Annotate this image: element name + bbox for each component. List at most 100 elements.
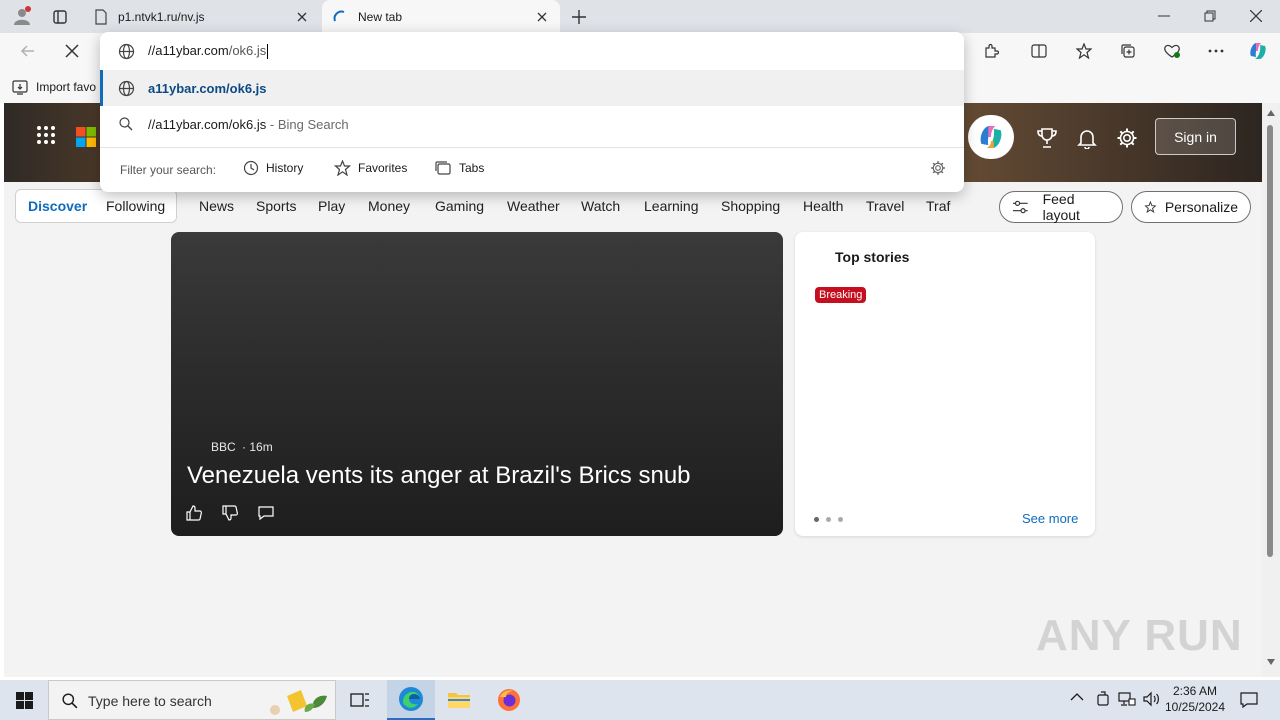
restore-icon	[1204, 10, 1216, 22]
search-filter-row: Filter your search: History Favorites Ta…	[100, 152, 964, 186]
tab-discover[interactable]: Discover	[28, 198, 87, 214]
feed-layout-button[interactable]: Feed layout	[999, 191, 1123, 223]
browser-essentials-button[interactable]	[1156, 35, 1188, 67]
hero-story-card[interactable]: BBC · 16m Venezuela vents its anger at B…	[171, 232, 783, 536]
settings-more-button[interactable]	[1200, 35, 1232, 67]
copilot-header-button[interactable]	[968, 115, 1014, 159]
task-view-button[interactable]	[340, 680, 380, 720]
tab-strip: p1.ntvk1.ru/nv.js New tab	[0, 0, 1280, 33]
nav-news[interactable]: News	[199, 198, 234, 214]
page-settings-button[interactable]	[1116, 127, 1138, 149]
extensions-button[interactable]	[975, 35, 1007, 67]
import-favorites-label: Import favo	[36, 80, 97, 94]
apps-launcher-button[interactable]	[36, 125, 60, 149]
nav-gaming[interactable]: Gaming	[435, 198, 484, 214]
minimize-button[interactable]	[1150, 4, 1178, 28]
nav-weather[interactable]: Weather	[507, 198, 560, 214]
sign-in-button[interactable]: Sign in	[1155, 118, 1236, 155]
split-screen-button[interactable]	[1023, 35, 1055, 67]
new-tab-button[interactable]	[568, 6, 590, 28]
copilot-button[interactable]	[1242, 35, 1274, 67]
filter-history[interactable]: History	[243, 160, 303, 176]
search-suggestion-text: //a11ybar.com/ok6.js - Bing Search	[148, 117, 349, 132]
filter-favorites[interactable]: Favorites	[334, 160, 407, 176]
like-button[interactable]	[185, 504, 205, 524]
carousel-dot[interactable]	[838, 517, 843, 522]
close-tab-button[interactable]	[534, 9, 550, 25]
nav-watch[interactable]: Watch	[581, 198, 620, 214]
taskbar-edge[interactable]	[387, 680, 435, 720]
back-button[interactable]	[12, 35, 44, 67]
history-icon	[243, 160, 259, 176]
collections-button[interactable]	[1112, 35, 1144, 67]
nav-play[interactable]: Play	[318, 198, 345, 214]
tab-new-tab[interactable]: New tab	[322, 0, 560, 33]
close-icon	[537, 12, 547, 21]
copilot-icon	[980, 126, 1002, 148]
close-tab-button[interactable]	[294, 9, 310, 25]
tab-actions-button[interactable]	[48, 6, 72, 28]
story-headline[interactable]: Venezuela vents its anger at Brazil's Br…	[187, 462, 691, 490]
stop-loading-button[interactable]	[56, 35, 88, 67]
firefox-icon	[498, 689, 520, 711]
top-stories-title[interactable]: Top stories	[835, 249, 909, 265]
nav-money[interactable]: Money	[368, 198, 410, 214]
notification-center-button[interactable]	[1234, 680, 1264, 720]
nav-learning[interactable]: Learning	[644, 198, 699, 214]
tray-volume-icon[interactable]	[1142, 691, 1160, 709]
nav-shopping[interactable]: Shopping	[721, 198, 780, 214]
address-input-row[interactable]: //a11ybar.com/ok6.js	[100, 32, 964, 70]
taskbar-file-explorer[interactable]	[435, 680, 483, 720]
tab-p1-ntvk1[interactable]: p1.ntvk1.ru/nv.js	[84, 0, 320, 33]
top-stories-card: Top stories Breaking See more	[795, 232, 1095, 536]
loading-spinner-icon	[333, 10, 345, 21]
search-settings-button[interactable]	[930, 160, 948, 178]
import-favorites-button[interactable]: Import favo	[12, 77, 96, 97]
filter-tabs-label: Tabs	[459, 161, 485, 175]
clock-time: 2:36 AM	[1172, 684, 1218, 698]
comment-button[interactable]	[257, 504, 277, 524]
notifications-button[interactable]	[1076, 127, 1098, 149]
carousel-dot[interactable]	[814, 517, 819, 522]
search-engine-suffix: - Bing Search	[266, 117, 349, 132]
page-scrollbar[interactable]	[1262, 103, 1280, 677]
url-suggestion[interactable]: a11ybar.com/ok6.js	[100, 70, 964, 106]
see-more-link[interactable]: See more	[1022, 511, 1078, 526]
carousel-dots[interactable]	[814, 517, 843, 522]
bell-icon	[1077, 130, 1097, 149]
rewards-button[interactable]	[1036, 127, 1058, 149]
nav-traffic[interactable]: Traf	[926, 198, 950, 214]
search-suggestion[interactable]: //a11ybar.com/ok6.js - Bing Search	[100, 106, 964, 142]
sliders-icon	[1012, 200, 1028, 214]
show-hidden-icons-button[interactable]	[1070, 692, 1086, 708]
scrollbar-thumb[interactable]	[1267, 125, 1273, 557]
speaker-icon	[1143, 691, 1159, 707]
taskbar-firefox[interactable]	[485, 680, 533, 720]
personalize-button[interactable]: Personalize	[1131, 191, 1251, 223]
tab-actions-icon	[53, 10, 67, 24]
profile-icon	[14, 6, 31, 25]
carousel-dot[interactable]	[826, 517, 831, 522]
address-input[interactable]: //a11ybar.com/ok6.js	[148, 43, 269, 60]
nav-sports[interactable]: Sports	[256, 198, 296, 214]
taskbar-search-box[interactable]: Type here to search	[48, 680, 336, 720]
tray-usb-icon[interactable]	[1096, 691, 1112, 709]
nav-health[interactable]: Health	[803, 198, 843, 214]
tab-following[interactable]: Following	[106, 198, 165, 214]
thumbs-up-icon	[186, 505, 202, 521]
microsoft-logo-icon	[76, 127, 96, 147]
scroll-down-icon	[1267, 659, 1275, 665]
favorites-button[interactable]	[1068, 35, 1100, 67]
dislike-button[interactable]	[221, 504, 241, 524]
taskbar-clock[interactable]: 2:36 AM 10/25/2024	[1162, 683, 1228, 717]
breaking-badge: Breaking	[815, 287, 867, 303]
nav-travel[interactable]: Travel	[866, 198, 904, 214]
thumbs-down-icon	[222, 505, 238, 521]
start-button[interactable]	[0, 680, 48, 720]
filter-tabs[interactable]: Tabs	[435, 160, 484, 176]
profile-button[interactable]	[8, 4, 36, 28]
restore-button[interactable]	[1196, 4, 1224, 28]
close-window-button[interactable]	[1242, 4, 1270, 28]
tray-network-icon[interactable]	[1118, 691, 1136, 709]
back-arrow-icon	[20, 45, 34, 57]
